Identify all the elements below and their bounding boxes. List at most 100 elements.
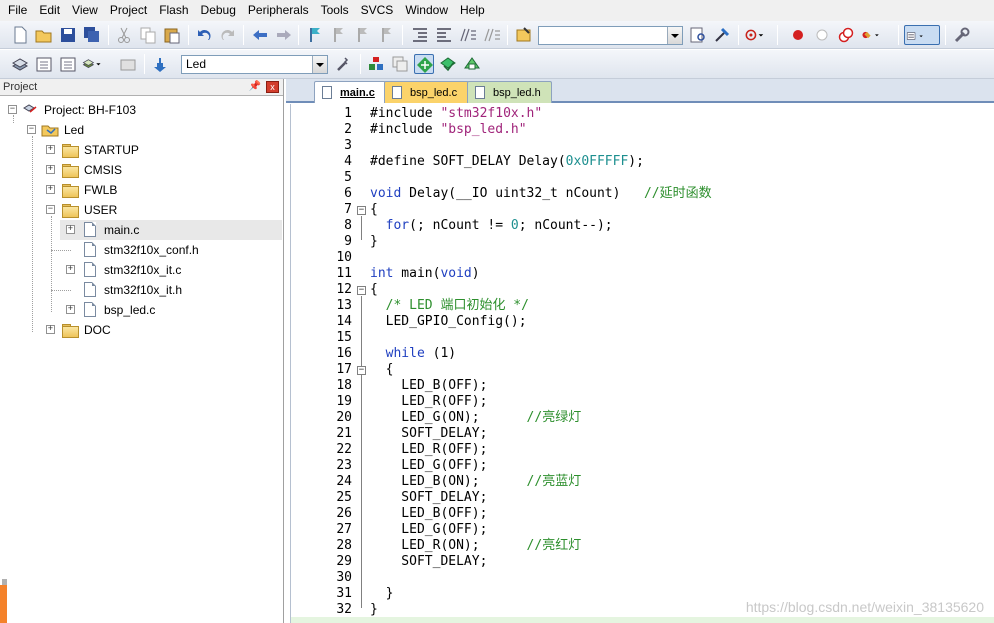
code-text: SOFT_DELAY; xyxy=(370,426,488,441)
expand-icon[interactable]: + xyxy=(46,165,55,174)
code-comment: /* LED 端口初始化 */ xyxy=(370,298,529,313)
bookmark-icon[interactable] xyxy=(304,25,324,45)
undo-icon[interactable] xyxy=(194,25,214,45)
indent-icon[interactable] xyxy=(410,25,430,45)
code-comment: //延时函数 xyxy=(643,186,712,201)
download-icon[interactable] xyxy=(150,54,170,74)
navigate-forward-icon[interactable] xyxy=(274,25,294,45)
line-number: 23 xyxy=(336,458,352,473)
target-options-icon[interactable] xyxy=(334,54,354,74)
expand-icon[interactable]: + xyxy=(66,305,75,314)
open-folder-icon[interactable] xyxy=(34,25,54,45)
code-keyword: int xyxy=(370,266,394,281)
tab-bsp-led-c[interactable]: bsp_led.c xyxy=(384,81,469,103)
debug-session-icon[interactable] xyxy=(744,25,770,45)
collapse-icon[interactable]: − xyxy=(46,205,55,214)
menu-help[interactable]: Help xyxy=(454,0,491,21)
new-file-icon[interactable] xyxy=(10,25,30,45)
find-icon[interactable] xyxy=(688,25,708,45)
collapse-icon[interactable]: − xyxy=(27,125,36,134)
uncomment-icon[interactable] xyxy=(482,25,502,45)
pack-installer-icon[interactable] xyxy=(414,54,434,74)
manage-project-icon[interactable] xyxy=(366,54,386,74)
folder-icon xyxy=(62,324,79,338)
disable-all-breakpoints-icon[interactable] xyxy=(836,25,856,45)
prev-bookmark-icon[interactable] xyxy=(328,25,348,45)
batch-build-icon[interactable] xyxy=(82,54,110,74)
disable-breakpoint-icon[interactable] xyxy=(812,25,832,45)
menu-svcs[interactable]: SVCS xyxy=(355,0,400,21)
line-number: 25 xyxy=(336,490,352,505)
code-line: 14 LED_GPIO_Config(); xyxy=(291,314,994,330)
tab-main-c[interactable]: main.c xyxy=(314,81,386,103)
navigate-back-icon[interactable] xyxy=(250,25,270,45)
file-extensions-icon[interactable] xyxy=(390,54,410,74)
menu-tools[interactable]: Tools xyxy=(315,0,355,21)
run-time-env-icon[interactable] xyxy=(462,54,482,74)
tree-file-main-c[interactable]: + main.c xyxy=(60,220,282,240)
fold-collapse-icon[interactable]: − xyxy=(357,366,366,375)
code-text: } xyxy=(370,234,378,249)
line-number: 31 xyxy=(336,586,352,601)
menu-peripherals[interactable]: Peripherals xyxy=(242,0,315,21)
menu-view[interactable]: View xyxy=(66,0,104,21)
fold-collapse-icon[interactable]: − xyxy=(357,206,366,215)
incremental-find-icon[interactable] xyxy=(712,25,732,45)
code-keyword: while xyxy=(385,346,425,361)
code-keyword: void xyxy=(370,186,402,201)
kill-breakpoints-icon[interactable] xyxy=(860,25,892,45)
expand-icon[interactable]: + xyxy=(46,325,55,334)
expand-icon[interactable]: + xyxy=(66,225,75,234)
main-toolbar xyxy=(0,21,994,49)
menu-edit[interactable]: Edit xyxy=(33,0,66,21)
save-all-icon[interactable] xyxy=(82,25,102,45)
code-line: 23 LED_G(OFF); xyxy=(291,458,994,474)
configure-icon[interactable] xyxy=(952,25,972,45)
menu-flash[interactable]: Flash xyxy=(153,0,194,21)
find-combo[interactable] xyxy=(538,26,683,45)
target-select[interactable]: Led xyxy=(181,55,328,74)
breakpoint-icon[interactable] xyxy=(788,25,808,45)
expand-icon[interactable]: + xyxy=(66,265,75,274)
line-number: 8 xyxy=(344,218,352,233)
code-text: SOFT_DELAY; xyxy=(370,490,488,505)
fold-collapse-icon[interactable]: − xyxy=(357,286,366,295)
cut-icon[interactable] xyxy=(114,25,134,45)
close-icon[interactable]: x xyxy=(266,81,279,93)
clear-bookmarks-icon[interactable] xyxy=(376,25,396,45)
build-icon[interactable] xyxy=(34,54,54,74)
code-line: 20 LED_G(ON); //亮绿灯 xyxy=(291,410,994,426)
code-editor[interactable]: 1 #include "stm32f10x.h" 2 #include "bsp_l… xyxy=(290,104,994,623)
expand-icon[interactable]: + xyxy=(46,185,55,194)
next-bookmark-icon[interactable] xyxy=(352,25,372,45)
pin-icon[interactable]: 📌 xyxy=(249,81,261,93)
find-in-files-icon[interactable] xyxy=(514,25,534,45)
tab-bsp-led-h[interactable]: bsp_led.h xyxy=(467,81,552,103)
stop-build-icon[interactable] xyxy=(118,54,138,74)
paste-icon[interactable] xyxy=(162,25,182,45)
window-layout-icon[interactable] xyxy=(904,25,940,45)
menu-project[interactable]: Project xyxy=(104,0,153,21)
save-icon[interactable] xyxy=(58,25,78,45)
code-line: 18 LED_B(OFF); xyxy=(291,378,994,394)
code-string: "bsp_led.h" xyxy=(440,122,527,137)
outdent-icon[interactable] xyxy=(434,25,454,45)
translate-icon[interactable] xyxy=(10,54,30,74)
line-number: 3 xyxy=(344,138,352,153)
line-number: 29 xyxy=(336,554,352,569)
menu-debug[interactable]: Debug xyxy=(195,0,242,21)
menu-file[interactable]: File xyxy=(2,0,33,21)
menu-window[interactable]: Window xyxy=(399,0,454,21)
redo-icon[interactable] xyxy=(218,25,238,45)
comment-icon[interactable] xyxy=(458,25,478,45)
expand-icon[interactable]: + xyxy=(46,145,55,154)
rebuild-icon[interactable] xyxy=(58,54,78,74)
code-text: LED_B(ON); xyxy=(370,474,527,489)
line-number: 7 xyxy=(344,202,352,217)
select-packs-icon[interactable] xyxy=(438,54,458,74)
collapse-icon[interactable]: − xyxy=(8,105,17,114)
line-number: 18 xyxy=(336,378,352,393)
copy-icon[interactable] xyxy=(138,25,158,45)
tab-label: bsp_led.h xyxy=(493,86,541,99)
